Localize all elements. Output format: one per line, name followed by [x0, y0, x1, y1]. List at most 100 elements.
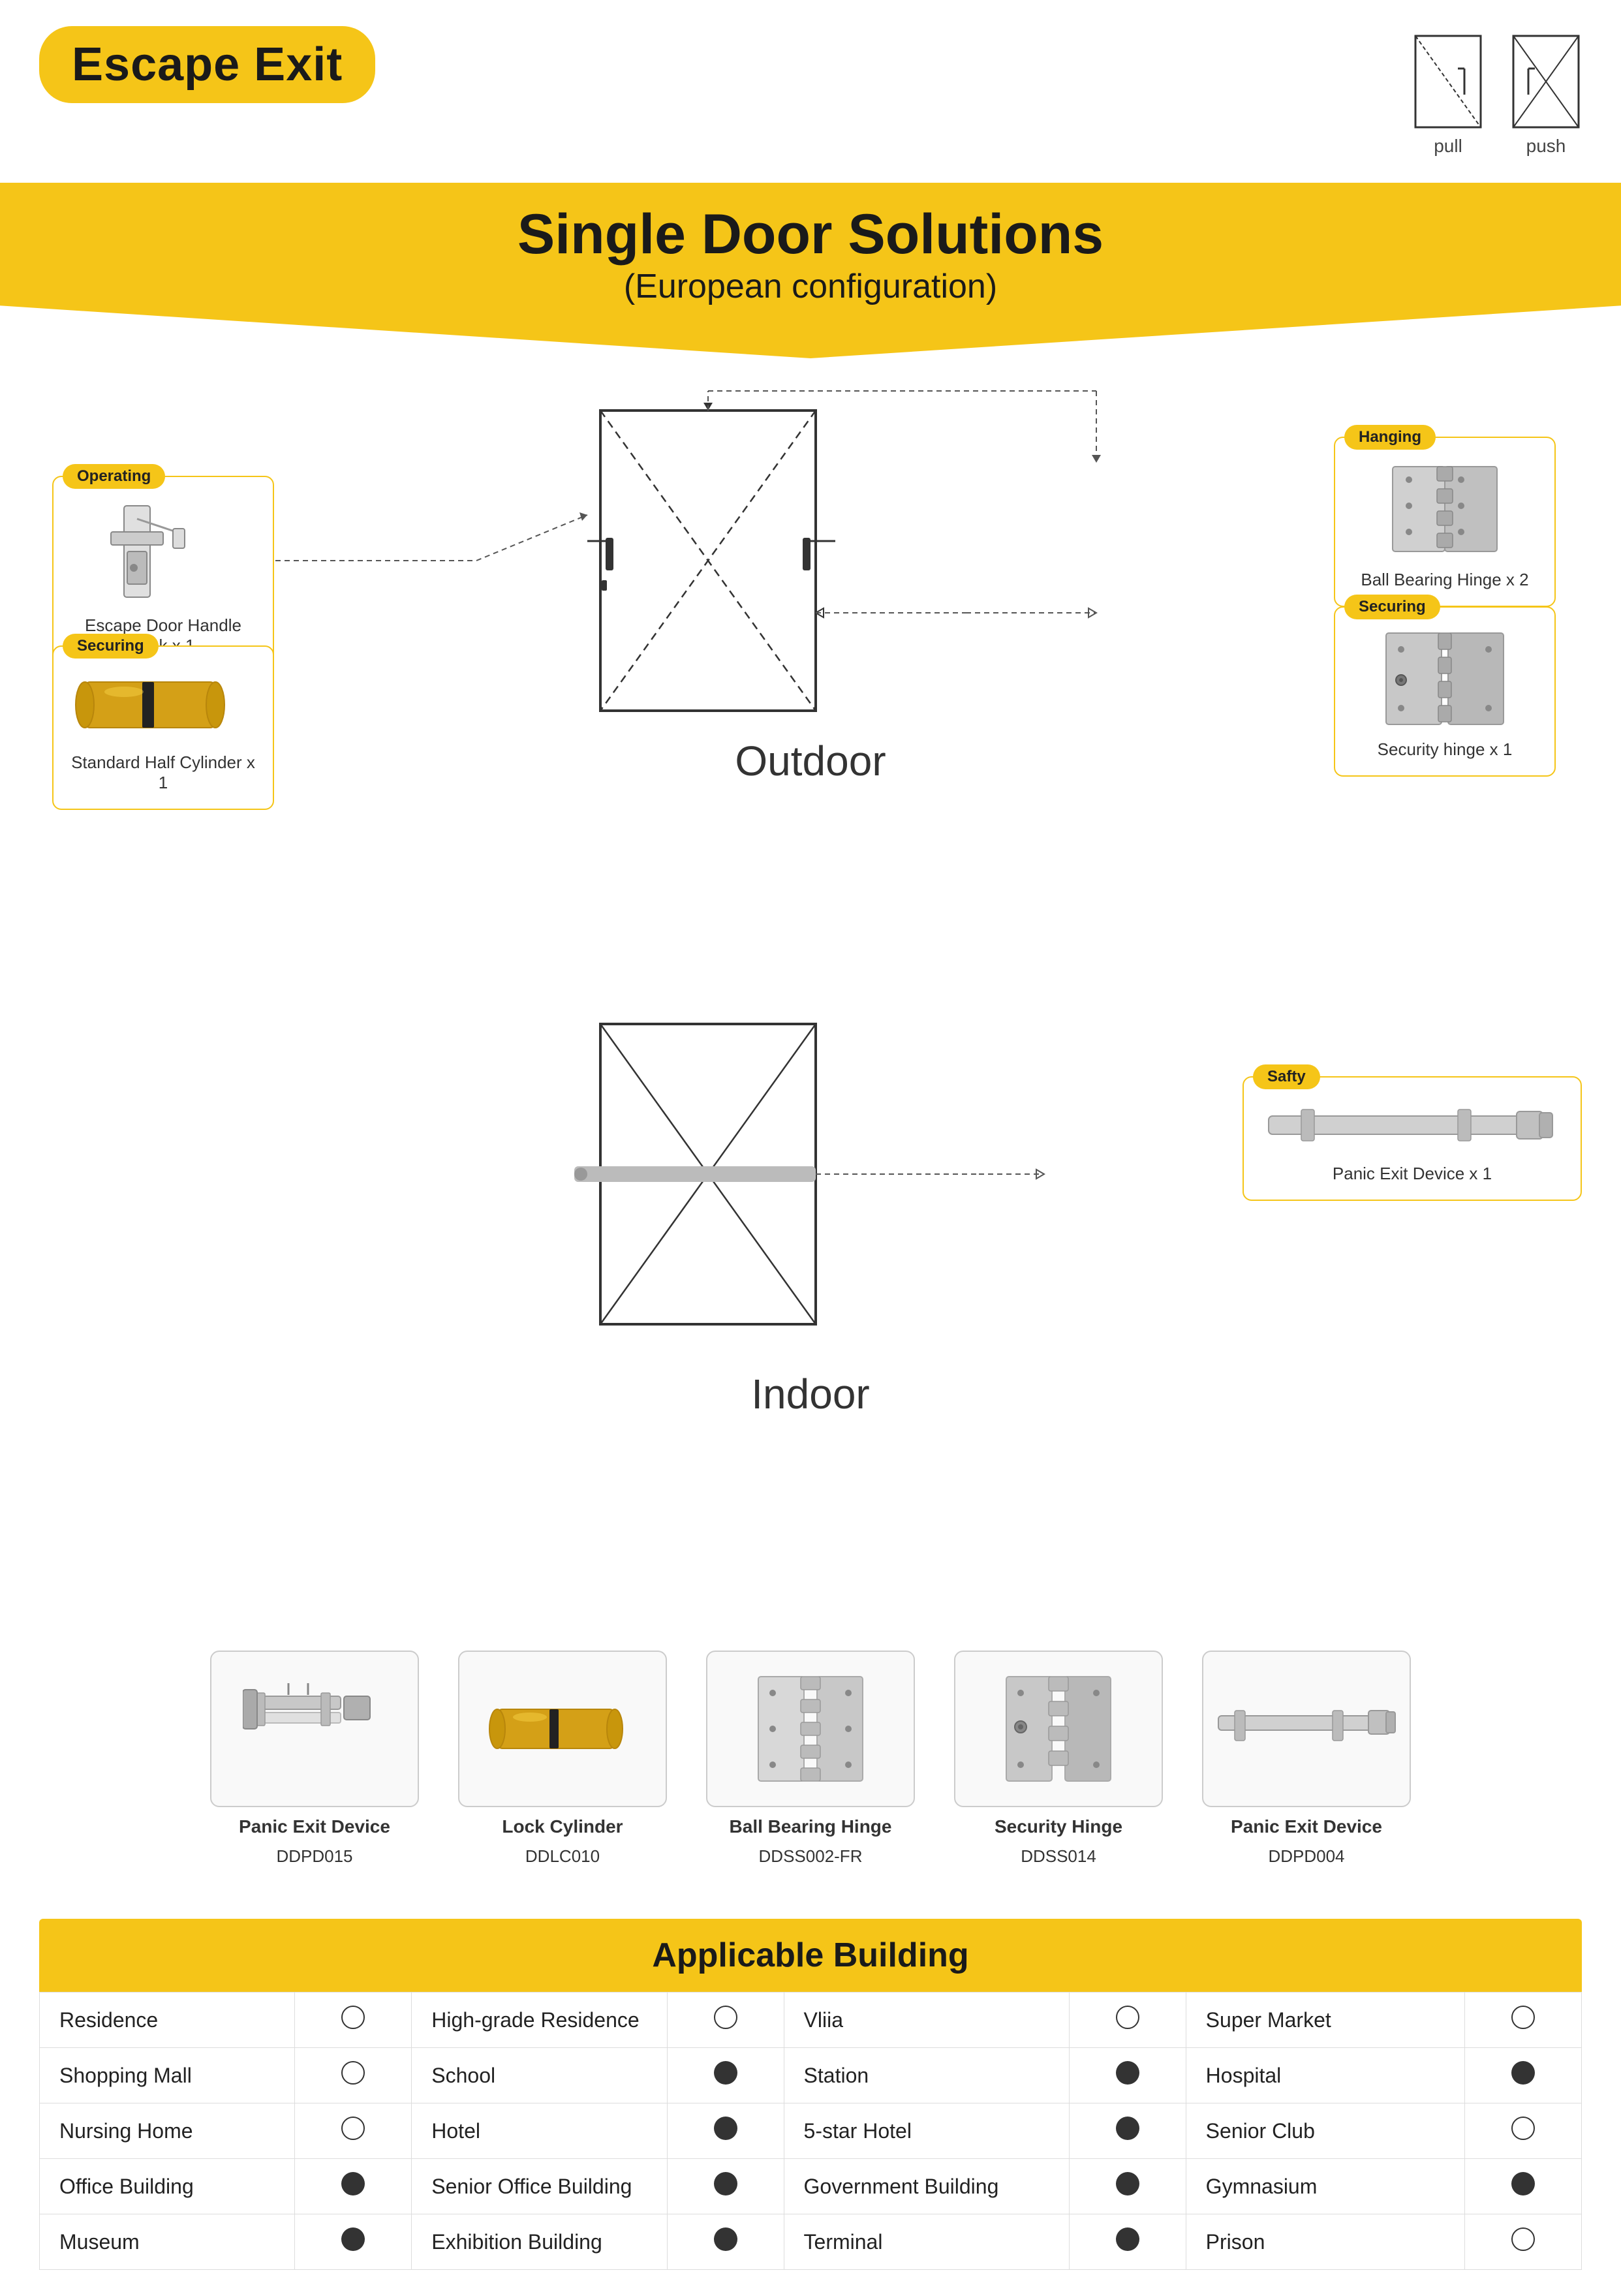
building-check-cell [1069, 1993, 1186, 2048]
building-check-cell [1465, 1993, 1582, 2048]
safety-tag: Safty [1253, 1064, 1320, 1089]
building-name-cell: Vliia [784, 1993, 1069, 2048]
building-name-cell: Exhibition Building [412, 2214, 667, 2270]
building-name-cell: Prison [1186, 2214, 1464, 2270]
empty-circle-icon [1511, 2227, 1535, 2251]
empty-circle-icon [1511, 2117, 1535, 2140]
building-check-cell [295, 2103, 412, 2159]
product-item-4: Security Hinge DDSS014 [954, 1651, 1163, 1867]
title-badge: Escape Exit [39, 26, 375, 103]
building-name-cell: Station [784, 2048, 1069, 2103]
push-label: push [1526, 136, 1566, 157]
table-row: Museum Exhibition Building Terminal Prison [40, 2214, 1582, 2270]
building-name-cell: Senior Club [1186, 2103, 1464, 2159]
empty-circle-icon [341, 2117, 365, 2140]
safety-box: Safty Panic Exit Device x 1 [1243, 1076, 1582, 1201]
indoor-door [574, 1024, 816, 1324]
product-img-hinge1 [745, 1670, 876, 1788]
filled-circle-icon [1116, 2172, 1139, 2195]
product-item-5: Panic Exit Device DDPD004 [1202, 1651, 1411, 1867]
building-check-cell [1069, 2159, 1186, 2214]
applicable-table: ResidenceHigh-grade ResidenceVliiaSuper … [39, 1992, 1582, 2270]
filled-circle-icon [341, 2172, 365, 2195]
building-name-cell: High-grade Residence [412, 1993, 667, 2048]
product-img-cylinder [484, 1677, 641, 1781]
filled-circle-icon [714, 2172, 737, 2195]
panic-exit-img [1262, 1093, 1562, 1158]
building-check-cell [667, 2214, 784, 2270]
security-hinge-img [1360, 623, 1530, 734]
filled-circle-icon [714, 2061, 737, 2085]
building-check-cell [1069, 2103, 1186, 2159]
pull-door-icon [1412, 33, 1484, 131]
product-item-1: Panic Exit Device DDPD015 [210, 1651, 419, 1867]
product-item-2: Lock Cylinder DDLC010 [458, 1651, 667, 1867]
ball-bearing-hinge-img [1360, 454, 1530, 565]
product-img-5 [1202, 1651, 1411, 1807]
building-check-cell [1069, 2048, 1186, 2103]
push-door-icon [1510, 33, 1582, 131]
filled-circle-icon [1511, 2061, 1535, 2085]
building-check-cell [667, 2048, 784, 2103]
banner-title: Single Door Solutions [52, 202, 1569, 267]
building-check-cell [295, 2214, 412, 2270]
product-code-5: DDPD004 [1268, 1846, 1344, 1867]
handle-lock-img [72, 493, 255, 610]
building-check-cell [1465, 2159, 1582, 2214]
building-check-cell [667, 2103, 784, 2159]
building-check-cell [295, 2048, 412, 2103]
product-img-4 [954, 1651, 1163, 1807]
securing-tag-left: Securing [63, 634, 159, 659]
outdoor-door [587, 403, 835, 711]
banner-subtitle: (European configuration) [52, 267, 1569, 306]
building-check-cell [1465, 2103, 1582, 2159]
product-name-3: Ball Bearing Hinge [730, 1816, 892, 1837]
cylinder-img [72, 662, 255, 747]
product-img-panic2 [1215, 1690, 1398, 1768]
building-name-cell: Shopping Mall [40, 2048, 295, 2103]
product-img-panic1 [243, 1677, 386, 1781]
building-name-cell: Nursing Home [40, 2103, 295, 2159]
empty-circle-icon [1511, 2006, 1535, 2029]
building-name-cell: Museum [40, 2214, 295, 2270]
product-code-4: DDSS014 [1021, 1846, 1096, 1867]
building-name-cell: Gymnasium [1186, 2159, 1464, 2214]
hanging-tag: Hanging [1344, 425, 1436, 450]
table-row: Office BuildingSenior Office BuildingGov… [40, 2159, 1582, 2214]
building-name-cell: Hotel [412, 2103, 667, 2159]
securing-box-left: Securing Standard Half Cylinder x 1 [52, 645, 274, 810]
banner: Single Door Solutions (European configur… [0, 183, 1621, 358]
product-code-3: DDSS002-FR [759, 1846, 863, 1867]
filled-circle-icon [1511, 2172, 1535, 2195]
indoor-label: Indoor [751, 1370, 869, 1418]
building-name-cell: Super Market [1186, 1993, 1464, 2048]
empty-circle-icon [341, 2061, 365, 2085]
applicable-section: Applicable Building ResidenceHigh-grade … [39, 1919, 1582, 2270]
product-code-1: DDPD015 [276, 1846, 352, 1867]
pull-item: pull [1412, 33, 1484, 157]
product-img-2 [458, 1651, 667, 1807]
product-img-3 [706, 1651, 915, 1807]
filled-circle-icon [1116, 2117, 1139, 2140]
table-row: Nursing HomeHotel5-star HotelSenior Club [40, 2103, 1582, 2159]
product-name-4: Security Hinge [995, 1816, 1122, 1837]
building-check-cell [667, 1993, 784, 2048]
product-name-2: Lock Cylinder [502, 1816, 623, 1837]
diagram-section: Outdoor Indoor Operating Escape Door Han… [0, 371, 1621, 1611]
operating-tag: Operating [63, 464, 165, 489]
building-name-cell: Terminal [784, 2214, 1069, 2270]
product-img-hinge2 [993, 1670, 1124, 1788]
building-check-cell [1465, 2048, 1582, 2103]
panic-exit-label: Panic Exit Device x 1 [1259, 1164, 1565, 1184]
table-row: Shopping MallSchoolStationHospital [40, 2048, 1582, 2103]
empty-circle-icon [341, 2006, 365, 2029]
applicable-header: Applicable Building [39, 1919, 1582, 1992]
building-name-cell: School [412, 2048, 667, 2103]
product-item-3: Ball Bearing Hinge DDSS002-FR [706, 1651, 915, 1867]
page-title: Escape Exit [72, 38, 343, 91]
ball-bearing-label: Ball Bearing Hinge x 2 [1351, 570, 1539, 590]
filled-circle-icon [714, 2227, 737, 2251]
table-row: ResidenceHigh-grade ResidenceVliiaSuper … [40, 1993, 1582, 2048]
building-check-cell [1069, 2214, 1186, 2270]
security-hinge-label: Security hinge x 1 [1351, 739, 1539, 760]
